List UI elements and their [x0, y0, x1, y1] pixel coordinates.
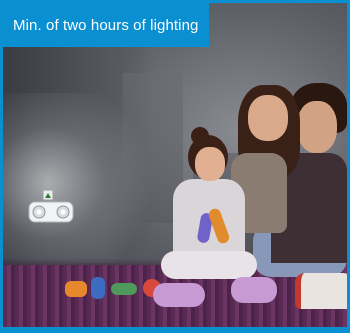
headline-banner: Min. of two hours of lighting: [3, 3, 209, 47]
emergency-light-icon: [27, 188, 75, 228]
sneaker: [295, 273, 347, 309]
woman-face: [248, 95, 288, 141]
headline-text: Min. of two hours of lighting: [13, 16, 199, 34]
girl-shoe-right: [231, 277, 277, 303]
hero-image: [3, 3, 347, 327]
light-glow: [3, 93, 183, 273]
girl-legs: [161, 251, 257, 279]
man-face: [297, 101, 337, 153]
girl-shoe-left: [153, 283, 205, 307]
girl-face: [195, 147, 225, 181]
